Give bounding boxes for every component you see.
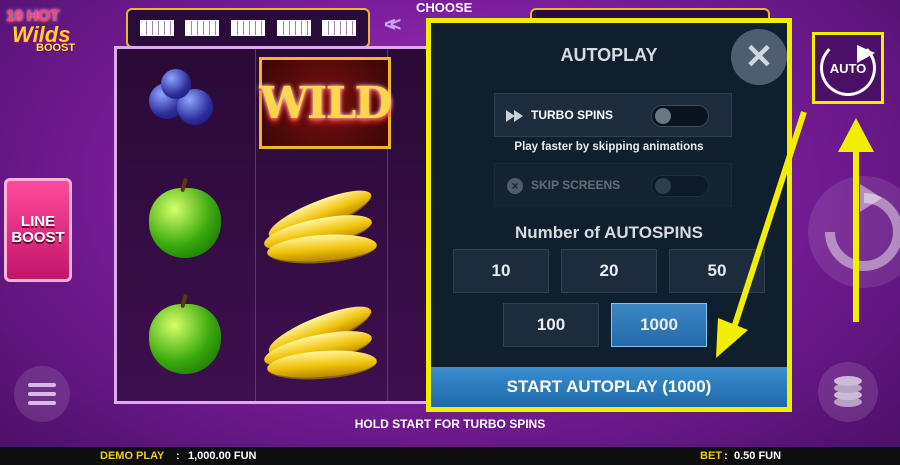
payline-icon[interactable] bbox=[185, 20, 220, 36]
banana-symbol bbox=[259, 173, 383, 273]
wild-symbol: WILD bbox=[259, 57, 393, 149]
bet-coins-button[interactable] bbox=[818, 362, 878, 422]
choose-arrows-icon: << bbox=[384, 14, 402, 36]
skip-screens-label: SKIP SCREENS bbox=[531, 178, 621, 192]
logo-line-3: BOOST bbox=[36, 42, 76, 54]
payline-icon[interactable] bbox=[322, 20, 357, 36]
close-button[interactable]: ✕ bbox=[731, 29, 787, 85]
balance-separator: : bbox=[176, 450, 180, 462]
menu-bar-icon bbox=[28, 392, 56, 396]
turbo-hint: Play faster by skipping animations bbox=[514, 141, 704, 153]
turbo-spins-toggle[interactable] bbox=[651, 105, 709, 127]
autoplay-panel: AUTOPLAY ✕ TURBO SPINS Play faster by sk… bbox=[426, 18, 792, 412]
skip-screens-setting: × SKIP SCREENS bbox=[494, 163, 732, 207]
skip-screens-icon: × bbox=[507, 178, 523, 194]
menu-bar-icon bbox=[28, 383, 56, 387]
fast-forward-icon bbox=[505, 106, 525, 126]
payline-selector[interactable] bbox=[126, 8, 370, 48]
payline-icon[interactable] bbox=[139, 20, 174, 36]
autospin-option-20[interactable]: 20 bbox=[561, 249, 657, 293]
hold-start-hint: HOLD START FOR TURBO SPINS bbox=[354, 417, 546, 431]
choose-label: CHOOSE bbox=[416, 0, 473, 15]
line-boost-line-2: BOOST bbox=[11, 229, 65, 246]
line-boost-button[interactable]: LINE BOOST bbox=[4, 178, 72, 282]
payline-icon[interactable] bbox=[276, 20, 311, 36]
game-logo: 10 HOT Wilds BOOST bbox=[6, 8, 86, 64]
bet-separator: : bbox=[724, 450, 728, 462]
bet-value: 0.50 FUN bbox=[734, 450, 782, 462]
coins-icon bbox=[834, 376, 862, 407]
close-icon: ✕ bbox=[744, 38, 774, 76]
autospin-option-100[interactable]: 100 bbox=[503, 303, 599, 347]
autospin-option-1000[interactable]: 1000 bbox=[611, 303, 707, 347]
green-apple-symbol bbox=[135, 173, 235, 273]
line-boost-line-1: LINE bbox=[20, 212, 56, 230]
reel-divider bbox=[255, 49, 256, 401]
spin-button-icon[interactable] bbox=[800, 168, 900, 298]
payline-icon[interactable] bbox=[230, 20, 265, 36]
wild-label: WILD bbox=[259, 77, 392, 129]
auto-arrow-icon bbox=[857, 45, 875, 63]
autospins-label: Number of AUTOSPINS bbox=[515, 223, 703, 242]
turbo-spins-setting: TURBO SPINS bbox=[494, 93, 732, 137]
autospin-option-10[interactable]: 10 bbox=[453, 249, 549, 293]
blueberry-symbol bbox=[131, 55, 231, 155]
arrow-head-icon bbox=[838, 118, 874, 152]
skip-screens-toggle[interactable] bbox=[651, 175, 709, 197]
green-apple-symbol bbox=[135, 289, 235, 389]
balance-value: 1,000.00 FUN bbox=[188, 450, 257, 462]
bet-label: BET bbox=[700, 450, 722, 462]
start-autoplay-button[interactable]: START AUTOPLAY (1000) bbox=[431, 367, 787, 407]
turbo-spins-label: TURBO SPINS bbox=[531, 108, 614, 122]
menu-button[interactable] bbox=[14, 366, 70, 422]
autospin-option-50[interactable]: 50 bbox=[669, 249, 765, 293]
bottom-status-bar: DEMO PLAY : 1,000.00 FUN BET : 0.50 FUN bbox=[0, 447, 900, 465]
banana-symbol bbox=[259, 289, 383, 389]
auto-button[interactable]: AUTO bbox=[812, 32, 884, 104]
reels-area[interactable]: WILD bbox=[114, 46, 432, 404]
menu-bar-icon bbox=[28, 401, 56, 405]
demo-play-label: DEMO PLAY bbox=[100, 450, 165, 462]
